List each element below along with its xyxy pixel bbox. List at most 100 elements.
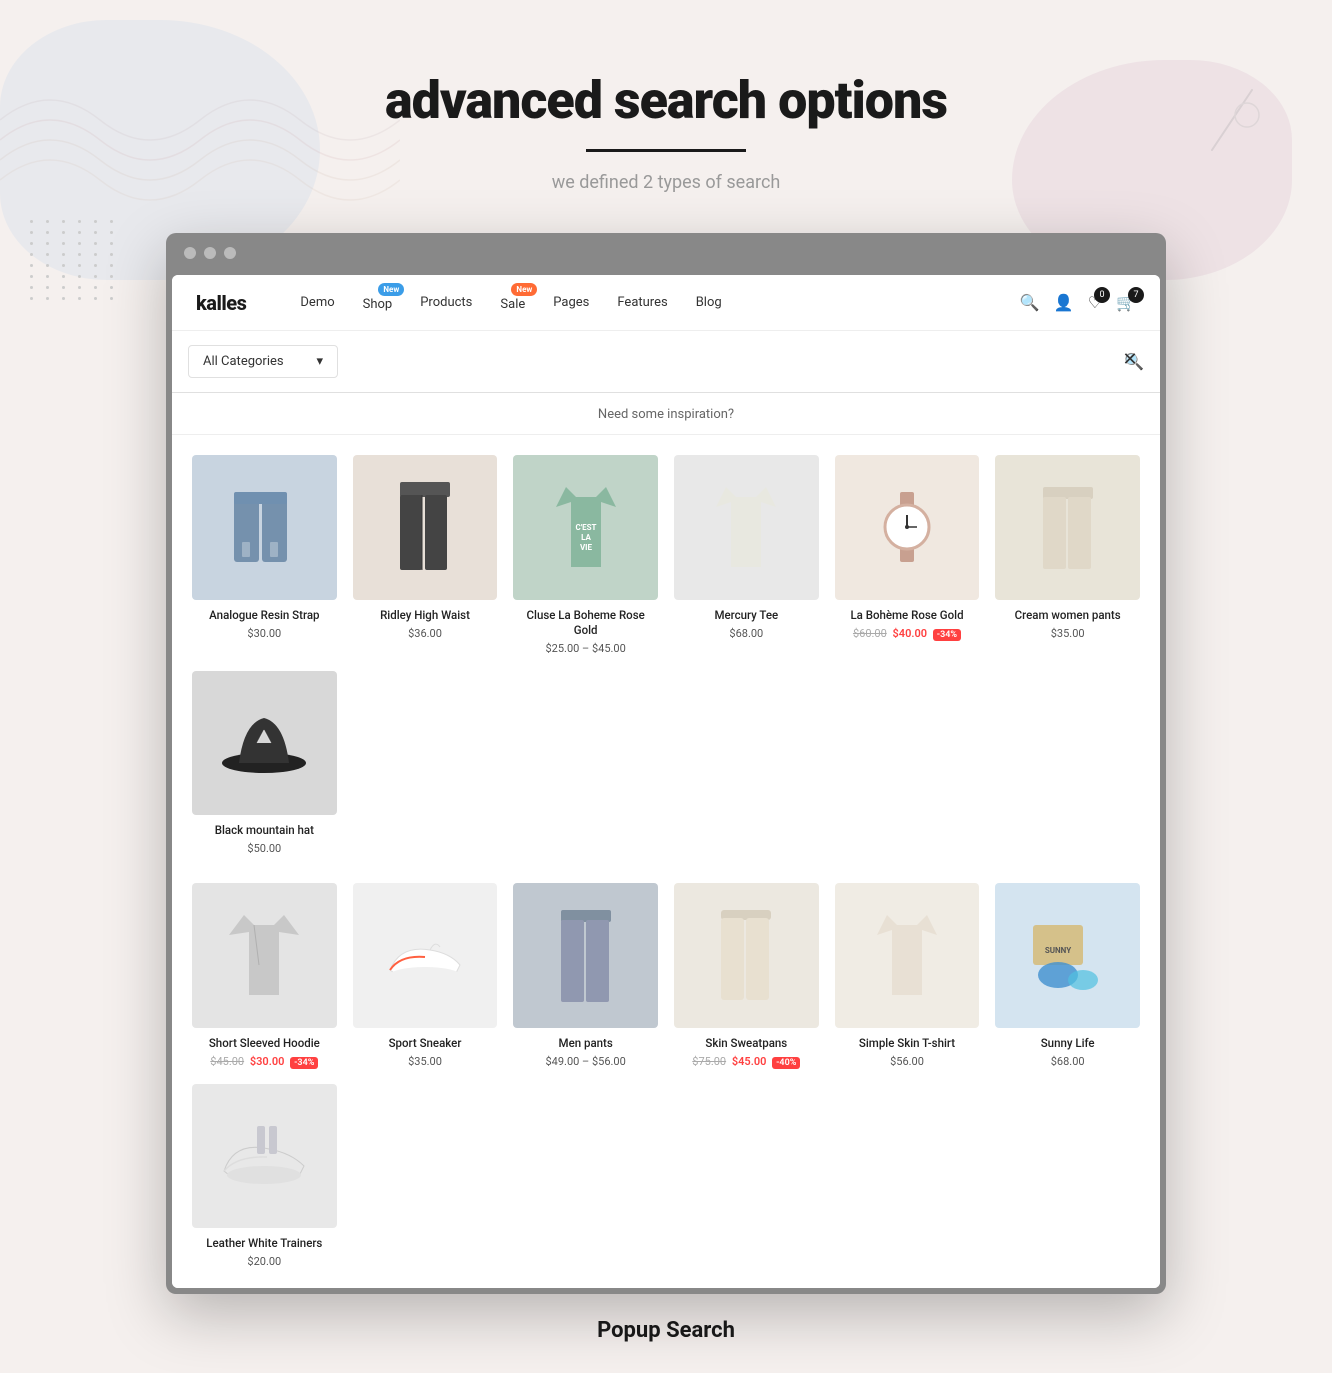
product-image-11 (674, 883, 819, 1028)
product-card-11[interactable]: Skin Sweatpans $75.00 $45.00 -40% (666, 875, 827, 1076)
product-card-14[interactable]: Leather White Trainers $20.00 (184, 1076, 345, 1277)
product-card-13[interactable]: SUNNY Sunny Life $68.00 (987, 875, 1148, 1076)
browser-window: kalles Demo Shop New Products Sale New (166, 233, 1166, 1294)
product-name-12: Simple Skin T-shirt (835, 1036, 980, 1051)
nav-link-features[interactable]: Features (603, 275, 681, 331)
product-name-5: La Bohème Rose Gold (835, 608, 980, 623)
product-card-10[interactable]: Men pants $49.00 – $56.00 (505, 875, 666, 1076)
product-price-7: $50.00 (192, 842, 337, 855)
modal-close-button[interactable]: ✕ (1116, 345, 1144, 373)
svg-text:VIE: VIE (580, 543, 593, 552)
popup-search-label: Popup Search (0, 1294, 1332, 1373)
product-name-3: Cluse La Boheme Rose Gold (513, 608, 658, 638)
product-name-2: Ridley High Waist (353, 608, 498, 623)
nav-link-sale[interactable]: Sale New (486, 275, 539, 331)
products-grid-row2: Short Sleeved Hoodie $45.00 $30.00 -34% (172, 875, 1160, 1288)
nav-search-icon[interactable]: 🔍 (1020, 293, 1040, 312)
browser-dot-2 (204, 247, 216, 259)
page-title-area: advanced search options we defined 2 typ… (0, 0, 1332, 223)
product-image-2 (353, 455, 498, 600)
product-price-12: $56.00 (835, 1055, 980, 1068)
nav-user-icon[interactable]: 👤 (1054, 293, 1074, 312)
product-image-13: SUNNY (995, 883, 1140, 1028)
search-input[interactable] (352, 354, 1124, 370)
nav-links: Demo Shop New Products Sale New Pages (286, 275, 1020, 331)
shop-page: kalles Demo Shop New Products Sale New (172, 275, 1160, 1288)
product-image-5 (835, 455, 980, 600)
product-name-11: Skin Sweatpans (674, 1036, 819, 1051)
product-card-9[interactable]: Sport Sneaker $35.00 (345, 875, 506, 1076)
browser-chrome (168, 235, 1164, 271)
svg-text:SUNNY: SUNNY (1044, 946, 1070, 955)
product-card-5[interactable]: La Bohème Rose Gold $60.00 $40.00 -34% (827, 447, 988, 663)
nav-link-products[interactable]: Products (406, 275, 486, 331)
product-name-9: Sport Sneaker (353, 1036, 498, 1051)
product-card-2[interactable]: Ridley High Waist $36.00 (345, 447, 506, 663)
nav-logo[interactable]: kalles (196, 291, 246, 315)
nav-link-pages[interactable]: Pages (539, 275, 603, 331)
nav-link-shop[interactable]: Shop New (349, 275, 407, 331)
product-price-2: $36.00 (353, 627, 498, 640)
product-price-13: $68.00 (995, 1055, 1140, 1068)
product-image-12 (835, 883, 980, 1028)
product-image-10 (513, 883, 658, 1028)
product-image-3: C'EST LA VIE (513, 455, 658, 600)
product-price-8: $45.00 $30.00 -34% (192, 1055, 337, 1068)
browser-dot-3 (224, 247, 236, 259)
nav-wishlist-icon[interactable]: ♡ 0 (1088, 293, 1102, 312)
product-price-6: $35.00 (995, 627, 1140, 640)
product-card-4[interactable]: Mercury Tee $68.00 (666, 447, 827, 663)
product-name-4: Mercury Tee (674, 608, 819, 623)
product-image-7 (192, 671, 337, 816)
product-card-1[interactable]: Analogue Resin Strap $30.00 (184, 447, 345, 663)
nav-cart-icon[interactable]: 🛒 7 (1116, 293, 1136, 312)
product-image-4 (674, 455, 819, 600)
product-price-4: $68.00 (674, 627, 819, 640)
chevron-down-icon: ▾ (316, 354, 323, 369)
cart-count: 7 (1128, 287, 1144, 303)
product-name-7: Black mountain hat (192, 823, 337, 838)
product-price-3: $25.00 – $45.00 (513, 642, 658, 655)
page-subtitle: we defined 2 types of search (0, 172, 1332, 193)
search-bar-row: All Categories ▾ 🔍 (172, 331, 1160, 393)
sale-badge: New (511, 283, 537, 296)
nav-link-blog[interactable]: Blog (682, 275, 736, 331)
product-name-1: Analogue Resin Strap (192, 608, 337, 623)
product-card-8[interactable]: Short Sleeved Hoodie $45.00 $30.00 -34% (184, 875, 345, 1076)
nav-bar: kalles Demo Shop New Products Sale New (172, 275, 1160, 331)
product-card-3[interactable]: C'EST LA VIE Cluse La Boheme Rose Gold $… (505, 447, 666, 663)
product-name-6: Cream women pants (995, 608, 1140, 623)
product-price-11: $75.00 $45.00 -40% (674, 1055, 819, 1068)
product-price-9: $35.00 (353, 1055, 498, 1068)
product-card-6[interactable]: Cream women pants $35.00 (987, 447, 1148, 663)
browser-content: kalles Demo Shop New Products Sale New (168, 271, 1164, 1292)
nav-link-demo[interactable]: Demo (286, 275, 348, 331)
product-image-6 (995, 455, 1140, 600)
inspiration-label: Need some inspiration? (172, 393, 1160, 435)
product-card-12[interactable]: Simple Skin T-shirt $56.00 (827, 875, 988, 1076)
search-modal: ✕ All Categories ▾ 🔍 Need some inspirati… (172, 331, 1160, 1288)
title-underline (586, 149, 746, 152)
product-name-13: Sunny Life (995, 1036, 1140, 1051)
product-price-1: $30.00 (192, 627, 337, 640)
product-image-9 (353, 883, 498, 1028)
product-card-7[interactable]: Black mountain hat $50.00 (184, 663, 345, 864)
wishlist-count: 0 (1094, 287, 1110, 303)
svg-text:LA: LA (581, 533, 591, 542)
product-price-14: $20.00 (192, 1255, 337, 1268)
product-image-8 (192, 883, 337, 1028)
nav-icons: 🔍 👤 ♡ 0 🛒 7 (1020, 293, 1136, 312)
product-price-10: $49.00 – $56.00 (513, 1055, 658, 1068)
product-name-10: Men pants (513, 1036, 658, 1051)
category-select[interactable]: All Categories ▾ (188, 345, 338, 378)
products-grid-row1: Analogue Resin Strap $30.00 (172, 435, 1160, 875)
product-image-14 (192, 1084, 337, 1229)
browser-dot-1 (184, 247, 196, 259)
dot-grid-decoration: for(let i=0;i<48;i++) document.write('<s… (30, 220, 118, 300)
product-price-5: $60.00 $40.00 -34% (835, 627, 980, 640)
shop-badge: New (378, 283, 404, 296)
page-title: advanced search options (0, 70, 1332, 131)
product-name-14: Leather White Trainers (192, 1236, 337, 1251)
product-name-8: Short Sleeved Hoodie (192, 1036, 337, 1051)
product-image-1 (192, 455, 337, 600)
